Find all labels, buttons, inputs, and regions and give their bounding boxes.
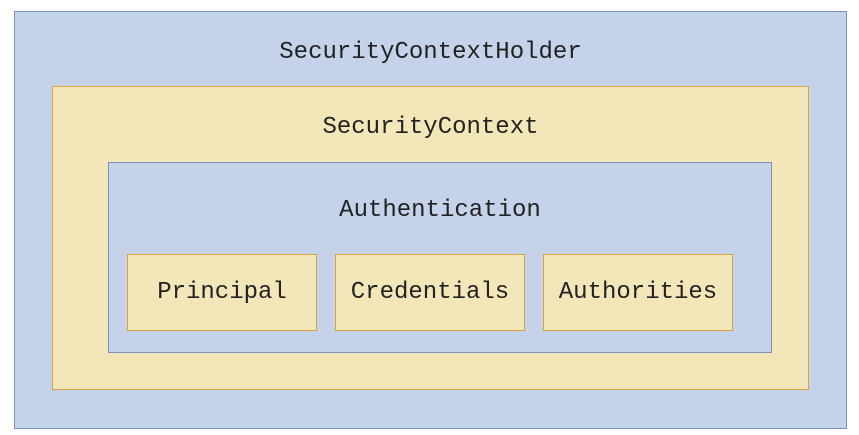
credentials-label: Credentials bbox=[350, 279, 510, 306]
principal-label: Principal bbox=[157, 279, 287, 306]
authentication-label: Authentication bbox=[339, 197, 541, 224]
security-context-label: SecurityContext bbox=[322, 114, 539, 141]
credentials-box: Credentials bbox=[335, 254, 525, 331]
authorities-box: Authorities bbox=[543, 254, 733, 331]
security-context-holder-label: SecurityContextHolder bbox=[279, 39, 582, 66]
principal-box: Principal bbox=[127, 254, 317, 331]
authorities-label: Authorities bbox=[558, 279, 718, 306]
